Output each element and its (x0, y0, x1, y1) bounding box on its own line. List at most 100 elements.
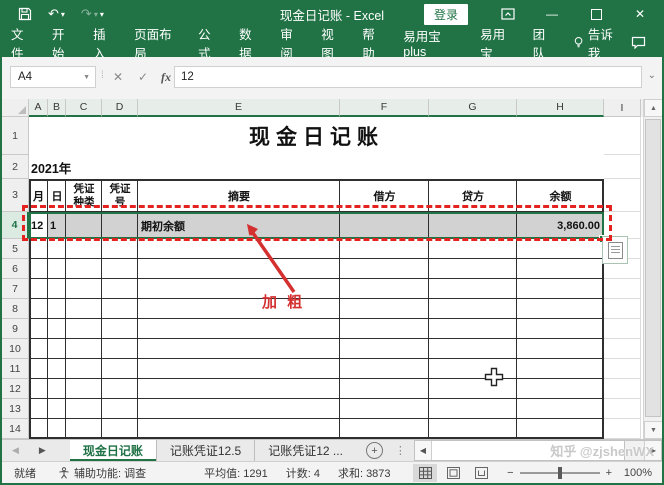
cell-I8[interactable] (604, 299, 641, 319)
cell-E8[interactable] (138, 299, 340, 319)
column-header-B[interactable]: B (48, 99, 66, 117)
tab-yiyongbao[interactable]: 易用宝 (471, 24, 524, 62)
cell-B11[interactable] (48, 359, 66, 379)
sheet-nav-right-icon[interactable]: ▶ (29, 440, 56, 461)
column-header-C[interactable]: C (66, 99, 102, 117)
tab-insert[interactable]: 插入 (84, 24, 125, 62)
cell-H6[interactable] (517, 259, 604, 279)
header-voucher-type[interactable]: 凭证种类 (66, 179, 102, 212)
cell-D7[interactable] (102, 279, 138, 299)
tab-help[interactable]: 帮助 (353, 24, 394, 62)
cell-C7[interactable] (66, 279, 102, 299)
column-header-D[interactable]: D (102, 99, 138, 117)
cell-G7[interactable] (429, 279, 517, 299)
scroll-down-icon[interactable]: ▼ (644, 421, 663, 439)
cell-E14[interactable] (138, 419, 340, 439)
row-header-1[interactable]: 1 (2, 117, 29, 155)
cell-I11[interactable] (604, 359, 641, 379)
cell-E5[interactable] (138, 239, 340, 259)
cell-H12[interactable] (517, 379, 604, 399)
row-header-9[interactable]: 9 (2, 319, 29, 339)
cell-I12[interactable] (604, 379, 641, 399)
cell-I2[interactable] (604, 155, 641, 179)
cell-G9[interactable] (429, 319, 517, 339)
cell-E7[interactable] (138, 279, 340, 299)
cell-E11[interactable] (138, 359, 340, 379)
formula-input[interactable]: 12 (174, 66, 642, 88)
cell-I10[interactable] (604, 339, 641, 359)
cell-B9[interactable] (48, 319, 66, 339)
column-header-F[interactable]: F (340, 99, 429, 117)
cell-D13[interactable] (102, 399, 138, 419)
zoom-level[interactable]: 100% (618, 467, 652, 479)
cell-A6[interactable] (29, 259, 48, 279)
sheet-tab-voucher-12[interactable]: 记账凭证12 ... (254, 440, 356, 461)
cell-G2[interactable] (429, 155, 517, 179)
cell-G8[interactable] (429, 299, 517, 319)
cell-H10[interactable] (517, 339, 604, 359)
row-header-3[interactable]: 3 (2, 179, 29, 212)
select-all-corner[interactable] (2, 99, 29, 117)
row-header-2[interactable]: 2 (2, 155, 29, 179)
row-header-12[interactable]: 12 (2, 379, 29, 399)
cell-A13[interactable] (29, 399, 48, 419)
cell-G5[interactable] (429, 239, 517, 259)
cell-F9[interactable] (340, 319, 429, 339)
status-accessibility[interactable]: 辅助功能: 调查 (58, 465, 146, 481)
header-summary[interactable]: 摘要 (138, 179, 340, 212)
row-header-5[interactable]: 5 (2, 239, 29, 259)
row-header-10[interactable]: 10 (2, 339, 29, 359)
header-month[interactable]: 月 (29, 179, 48, 212)
cell-E9[interactable] (138, 319, 340, 339)
sign-in-button[interactable]: 登录 (424, 4, 468, 25)
cell-C9[interactable] (66, 319, 102, 339)
cell-A11[interactable] (29, 359, 48, 379)
cell-D10[interactable] (102, 339, 138, 359)
cell-H4-value[interactable]: 3,860.00 (517, 212, 600, 239)
undo-button[interactable]: ↶▾ (48, 6, 65, 22)
ribbon-display-options-icon[interactable] (486, 8, 530, 20)
cell-H9[interactable] (517, 319, 604, 339)
cell-A10[interactable] (29, 339, 48, 359)
sheet-title-cell[interactable]: 现金日记账 (29, 117, 604, 155)
tab-splitter-icon[interactable]: ⋮ (395, 444, 406, 457)
year-cell[interactable]: 2021年 (31, 156, 151, 178)
cell-B12[interactable] (48, 379, 66, 399)
header-debit[interactable]: 借方 (340, 179, 429, 212)
sheet-nav-left-icon[interactable]: ◀ (2, 440, 29, 461)
tab-yiyongbao-plus[interactable]: 易用宝 plus (394, 26, 471, 59)
cell-F7[interactable] (340, 279, 429, 299)
cell-E6[interactable] (138, 259, 340, 279)
scroll-up-icon[interactable]: ▲ (644, 99, 663, 117)
cell-A9[interactable] (29, 319, 48, 339)
cell-A8[interactable] (29, 299, 48, 319)
new-sheet-icon[interactable]: + (366, 442, 383, 459)
column-header-I[interactable]: I (604, 99, 641, 117)
comments-icon[interactable] (631, 36, 646, 49)
cell-C12[interactable] (66, 379, 102, 399)
cell-G13[interactable] (429, 399, 517, 419)
cell-E10[interactable] (138, 339, 340, 359)
row-header-6[interactable]: 6 (2, 259, 29, 279)
tab-formulas[interactable]: 公式 (189, 24, 230, 62)
row-header-11[interactable]: 11 (2, 359, 29, 379)
cell-C14[interactable] (66, 419, 102, 439)
cell-D8[interactable] (102, 299, 138, 319)
name-box-caret-icon[interactable]: ▼ (83, 74, 90, 81)
cell-G14[interactable] (429, 419, 517, 439)
cell-F4[interactable] (340, 212, 429, 239)
cell-F5[interactable] (340, 239, 429, 259)
cell-I4[interactable] (604, 212, 641, 239)
row-header-4[interactable]: 4 (2, 212, 29, 239)
zoom-slider-thumb[interactable] (558, 467, 562, 479)
tab-view[interactable]: 视图 (312, 24, 353, 62)
tab-page-layout[interactable]: 页面布局 (125, 24, 189, 62)
header-voucher-no[interactable]: 凭证号 (102, 179, 138, 212)
cell-B13[interactable] (48, 399, 66, 419)
cell-C10[interactable] (66, 339, 102, 359)
column-header-A[interactable]: A (29, 99, 48, 117)
row-header-14[interactable]: 14 (2, 419, 29, 439)
cell-H2[interactable] (517, 155, 604, 179)
cell-D4[interactable] (102, 212, 138, 239)
header-credit[interactable]: 贷方 (429, 179, 517, 212)
